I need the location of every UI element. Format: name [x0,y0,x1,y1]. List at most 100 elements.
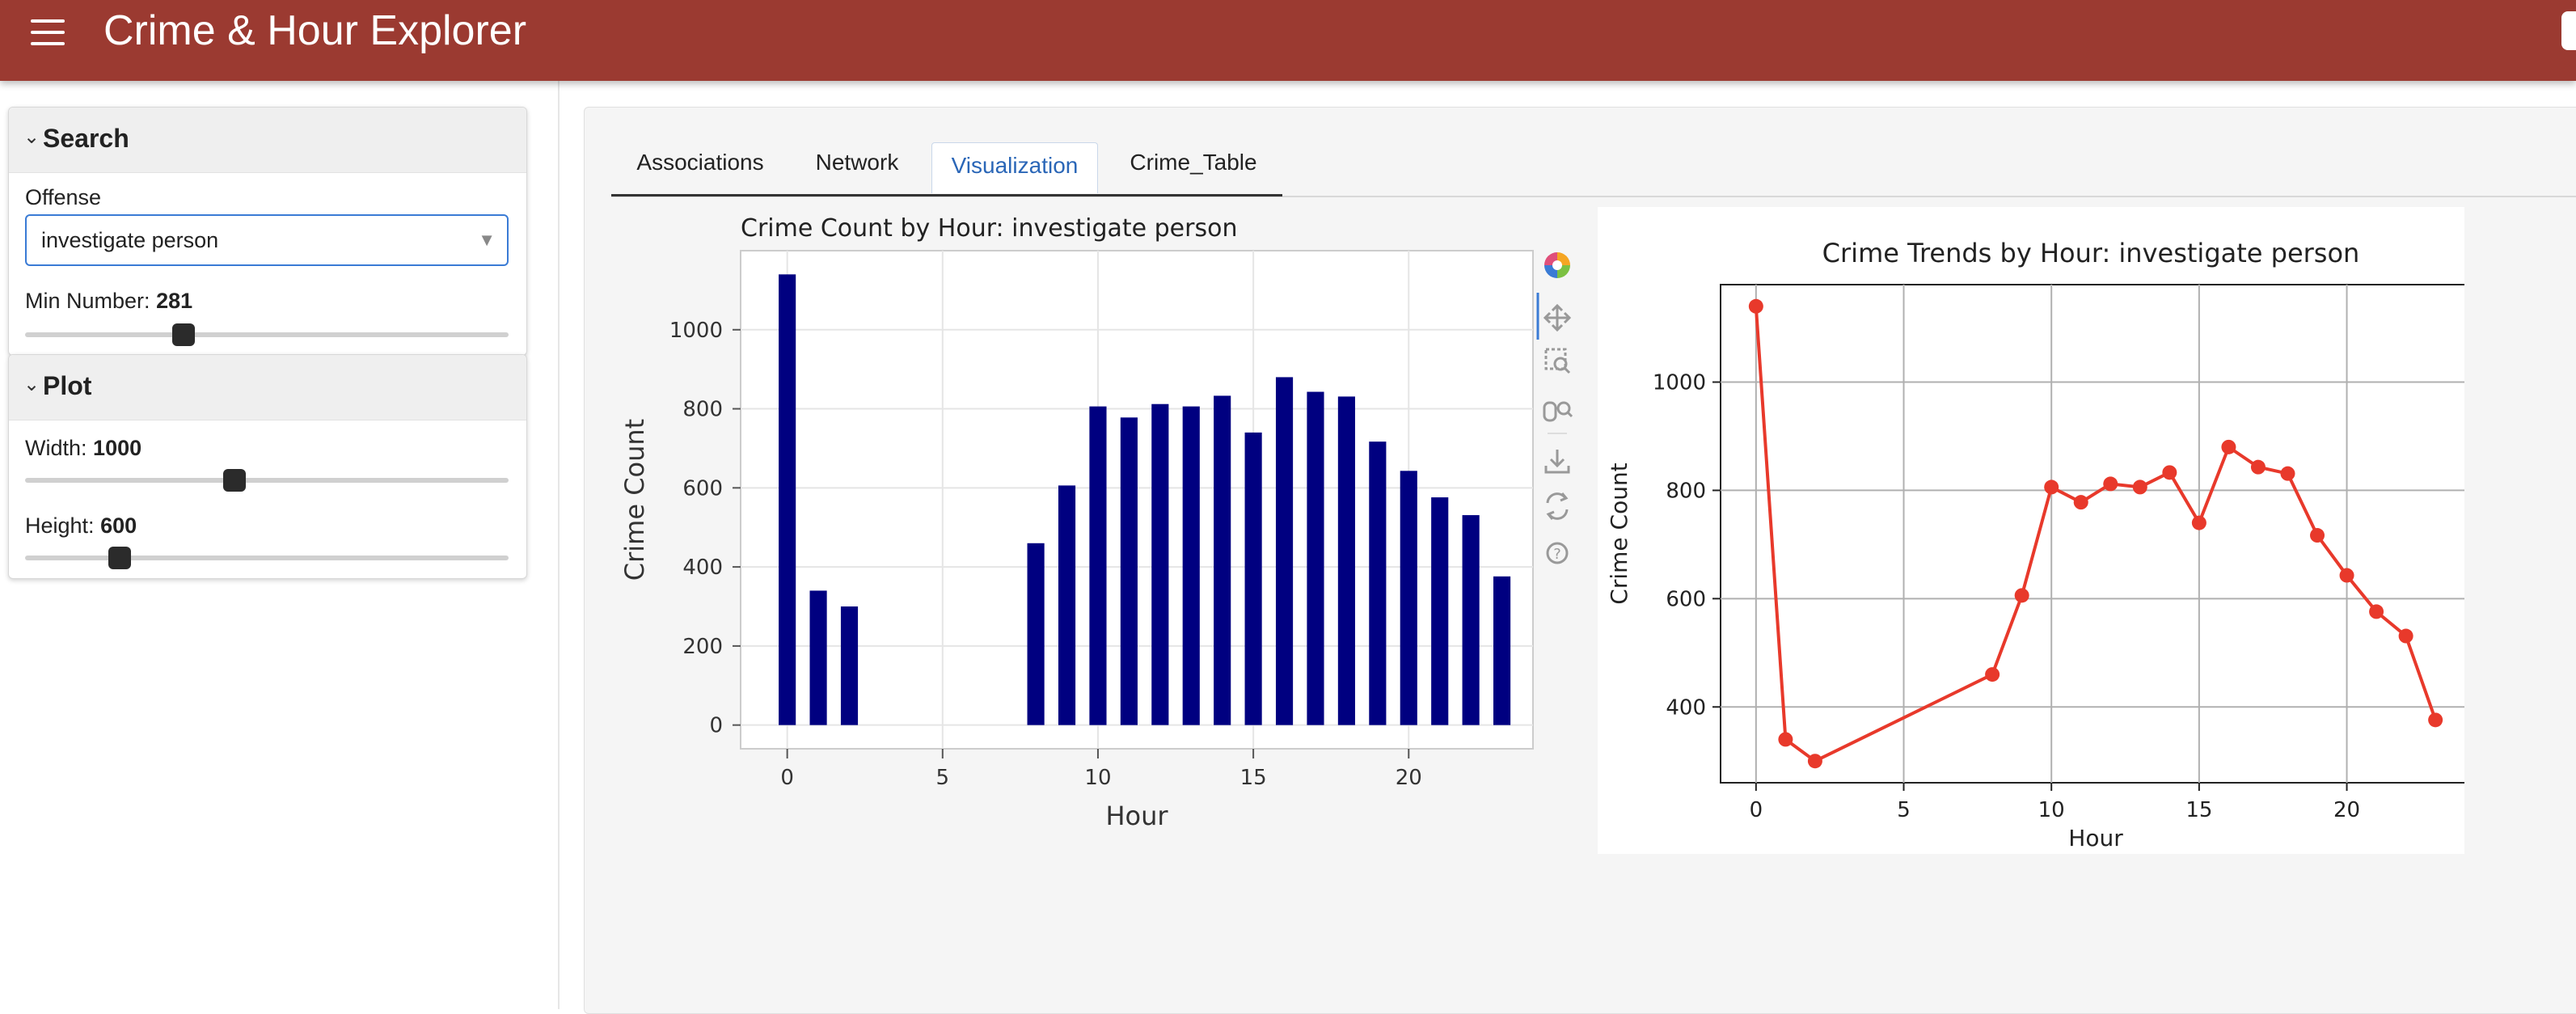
tab-associations[interactable]: Associations [611,137,789,197]
line-chart-point [2398,628,2413,644]
dropdown-caret-icon: ▼ [478,230,496,250]
bar-chart-bar [1493,576,1511,725]
width-label-text: Width: [25,436,87,460]
bar-chart-ytick-label: 400 [682,556,723,580]
bokeh-logo-icon[interactable] [1544,252,1570,278]
bar-chart-bar [1120,417,1138,725]
line-chart-ytick-label: 600 [1666,587,1706,611]
line-chart-point [2310,528,2325,543]
tab-visualization[interactable]: Visualization [931,142,1098,193]
bar-chart-bar [809,590,827,725]
line-chart-point [2132,480,2147,495]
line-chart-point [2339,568,2354,583]
line-chart-title: Crime Trends by Hour: investigate person [1822,238,2360,268]
plot-toolbar: ? [1536,252,1573,564]
min-number-slider-thumb[interactable] [172,323,196,346]
line-chart-point [2073,495,2088,510]
header-action-button[interactable] [2561,11,2576,50]
min-number-slider[interactable] [25,323,509,346]
bar-chart-bar [1214,395,1231,725]
bar-chart-xlabel: Hour [1105,801,1168,831]
bar-chart-bar [1337,396,1355,725]
bar-chart-xtick-label: 5 [936,766,950,790]
bar-chart-xtick-label: 10 [1084,766,1111,790]
width-slider-thumb[interactable] [223,469,247,492]
plot-card: ⌄ Plot Width: 1000 Height: 600 [8,354,527,579]
line-chart-point [2280,466,2295,481]
box-zoom-icon[interactable] [1544,348,1571,374]
bar-chart-ylabel: Crime Count [619,419,650,581]
plot-card-title: Plot [43,371,92,400]
width-label: Width: 1000 [25,436,141,461]
bar-chart-bar [1182,406,1200,725]
min-number-value: 281 [156,289,193,313]
wheel-zoom-icon[interactable] [1543,401,1573,422]
bar-chart: Crime Count by Hour: investigate person … [619,214,1534,831]
line-chart-point [1985,667,2000,682]
line-chart-point [2428,712,2443,728]
line-chart-point [2250,459,2266,475]
line-chart-ytick-label: 400 [1666,695,1706,720]
line-chart-point [2044,480,2059,495]
line-chart-point [2221,439,2236,454]
line-chart-xtick-label: 15 [2185,798,2212,822]
height-value: 600 [100,513,137,538]
height-label-text: Height: [25,513,95,538]
offense-select[interactable]: investigate person ▼ [25,214,509,266]
line-chart-xtick-label: 5 [1897,798,1911,822]
line-chart-ytick-label: 800 [1666,479,1706,503]
app-title: Crime & Hour Explorer [103,7,527,54]
bar-chart-ytick-label: 0 [709,714,723,738]
bar-chart-bar [1462,515,1480,725]
width-value: 1000 [93,436,142,460]
reset-icon[interactable] [1546,492,1569,520]
bar-chart-bar [1275,377,1294,725]
tab-network[interactable]: Network [800,137,914,197]
pan-icon[interactable] [1543,303,1572,332]
search-card-header[interactable]: ⌄ Search [9,108,526,173]
bar-chart-ytick-label: 800 [682,398,723,422]
bar-chart-title: Crime Count by Hour: investigate person [741,214,1237,243]
plot-card-header[interactable]: ⌄ Plot [9,355,526,420]
line-chart-ylabel: Crime Count [1606,463,1632,604]
bar-chart-xtick-label: 20 [1396,766,1422,790]
height-slider-thumb[interactable] [108,547,131,569]
bar-chart-bar [1400,471,1417,725]
line-chart-point [2014,588,2029,603]
line-chart-point [2191,515,2206,530]
line-chart-xtick-label: 20 [2333,798,2360,822]
line-chart-point [2369,604,2384,619]
chevron-down-icon: ⌄ [23,374,40,395]
width-slider[interactable] [25,469,509,492]
line-chart-point [2162,465,2177,480]
bar-chart-bar [1151,403,1169,725]
offense-label: Offense [25,185,102,209]
height-slider[interactable] [25,547,509,569]
bar-chart-xtick-label: 15 [1240,766,1267,790]
bar-chart-ytick-label: 200 [682,635,723,659]
bar-chart-bar [1244,432,1262,725]
save-icon[interactable] [1544,450,1570,474]
tab-crime-table[interactable]: Crime_Table [1111,137,1276,197]
line-chart-point [2103,476,2118,492]
search-card-title: Search [43,124,129,153]
bar-chart-bar [1431,497,1449,725]
help-icon[interactable]: ? [1546,542,1569,564]
bar-chart-bar [840,606,859,725]
bar-chart-bar [1027,543,1045,725]
line-chart-point [1778,732,1793,747]
line-chart-xlabel: Hour [2068,825,2123,851]
line-chart-xtick-label: 10 [2038,798,2065,822]
line-chart: Crime Trends by Hour: investigate person… [1598,207,2464,854]
offense-select-value: investigate person [41,228,219,252]
bar-chart-bar [1089,406,1107,725]
height-label: Height: 600 [25,513,137,539]
hamburger-menu-icon[interactable] [29,18,68,47]
min-number-label: Min Number: 281 [25,289,192,314]
bar-chart-bar [1369,442,1387,725]
chevron-down-icon: ⌄ [23,126,40,148]
line-chart-ytick-label: 1000 [1653,371,1706,395]
sidebar-divider [558,81,560,1009]
line-chart-xtick-label: 0 [1750,798,1763,822]
svg-text:?: ? [1553,546,1561,563]
